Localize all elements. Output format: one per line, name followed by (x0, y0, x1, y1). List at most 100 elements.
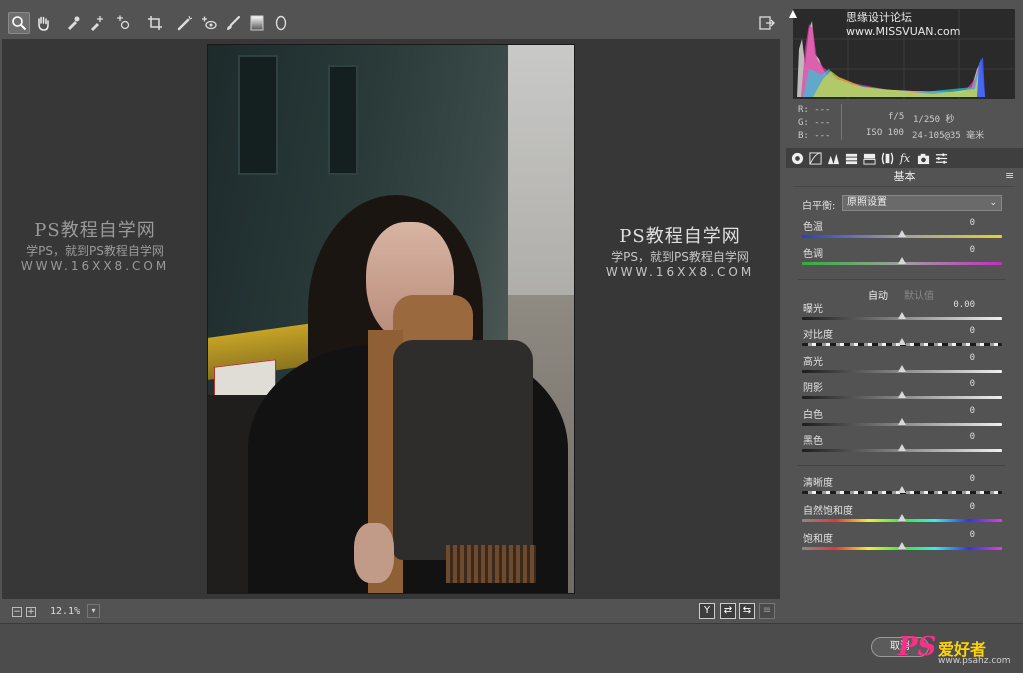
slider-row: 饱和度 0 (800, 530, 1005, 556)
slider-row: 阴影 0 (800, 379, 1005, 405)
targeted-adjust-icon[interactable] (112, 12, 134, 34)
presets-tab-icon[interactable] (934, 151, 948, 165)
slider-value-field[interactable]: 0 (970, 406, 975, 416)
eyedropper-icon[interactable] (62, 12, 84, 34)
slider-thumb[interactable] (898, 312, 906, 319)
zoom-dropdown-button[interactable]: ▾ (87, 604, 100, 618)
panel-menu-icon[interactable]: ≡ (1005, 169, 1014, 182)
divider (793, 186, 1015, 187)
hand-icon[interactable] (32, 12, 54, 34)
color-sampler-icon[interactable] (86, 12, 108, 34)
slider-value-field[interactable]: 0 (970, 474, 975, 484)
dialog-footer (0, 623, 1023, 673)
slider-label: 高光 (803, 357, 823, 368)
spot-removal-icon[interactable] (174, 12, 196, 34)
zoom-in-button[interactable]: + (26, 607, 36, 617)
red-eye-icon[interactable] (198, 12, 220, 34)
slider-thumb[interactable] (898, 444, 906, 451)
watermark-title: PS教程自学网 (34, 220, 156, 241)
slider-label: 自然饱和度 (803, 506, 853, 517)
toolbar (2, 9, 780, 37)
readout-aperture: f/5 (888, 112, 905, 122)
slider-row: 高光 0 (800, 353, 1005, 379)
slider-value-field[interactable]: 0 (970, 245, 975, 255)
slider-value-field[interactable]: 0 (970, 432, 975, 442)
split-toning-tab-icon[interactable] (862, 151, 876, 165)
readout-b: B: --- (798, 131, 831, 141)
slider-label: 黑色 (803, 436, 823, 447)
preview-preferences-icon[interactable]: ≡ (759, 603, 775, 619)
brand-logo: PS 爱好者 www.psahz.com (898, 632, 1020, 670)
radial-filter-icon[interactable] (270, 12, 292, 34)
readout-g: G: --- (798, 118, 831, 128)
camera-raw-window: PS教程自学网 学PS，就到PS教程自学网 WWW.16XX8.COM PS教程… (0, 0, 1023, 673)
panel-title: 基本 (893, 170, 916, 183)
slider-thumb[interactable] (898, 338, 906, 345)
slider-label: 色调 (803, 249, 823, 260)
camera-readout: R: --- G: --- B: --- f/5 1/250 秒 ISO 100… (786, 102, 1023, 144)
watermark-right: PS教程自学网 学PS，就到PS教程自学网 WWW.16XX8.COM (590, 222, 770, 279)
photo-scarf-dark (393, 340, 533, 560)
effects-tab-icon[interactable]: fx (898, 151, 912, 165)
white-balance-label: 白平衡: (802, 201, 836, 212)
slider-row: 黑色 0 (800, 432, 1005, 458)
before-after-view-button[interactable]: Y (699, 603, 715, 619)
slider-thumb[interactable] (898, 257, 906, 264)
photo-scarf-fringe (446, 545, 536, 583)
slider-value-field[interactable]: 0.00 (953, 300, 975, 310)
lens-corrections-tab-icon[interactable] (880, 151, 894, 165)
slider-label: 曝光 (803, 304, 823, 315)
photo-train-window (328, 65, 358, 175)
brand-logo-url: www.psahz.com (938, 656, 1011, 666)
basic-tab-icon[interactable] (790, 151, 804, 165)
white-balance-select[interactable]: 原照设置 ⌄ (842, 195, 1002, 211)
copy-settings-button[interactable]: ⇆ (739, 603, 755, 619)
watermark-url: WWW.16XX8.COM (605, 265, 755, 279)
divider (798, 279, 1005, 280)
slider-value-field[interactable]: 0 (970, 353, 975, 363)
slider-value-field[interactable]: 0 (970, 379, 975, 389)
camera-calibration-tab-icon[interactable] (916, 151, 930, 165)
shadow-clipping-warning-icon[interactable] (788, 9, 798, 19)
slider-value-field[interactable]: 0 (970, 218, 975, 228)
brand-logo-ps: PS (898, 632, 937, 662)
site-watermark-text: 思缘设计论坛 www.MISSVUAN.com (846, 11, 961, 38)
slider-thumb[interactable] (898, 514, 906, 521)
hsl-tab-icon[interactable] (844, 151, 858, 165)
open-object-icon[interactable] (756, 12, 778, 34)
adjustment-brush-icon[interactable] (222, 12, 244, 34)
crop-icon[interactable] (144, 12, 166, 34)
slider-value-field[interactable]: 0 (970, 530, 975, 540)
slider-row: 色温 0 (800, 218, 1005, 244)
slider-thumb[interactable] (898, 230, 906, 237)
zoom-icon[interactable] (8, 12, 30, 34)
slider-thumb[interactable] (898, 486, 906, 493)
auto-button[interactable]: 自动 (868, 287, 888, 302)
swap-settings-button[interactable]: ⇄ (720, 603, 736, 619)
zoom-level[interactable]: 12.1% (50, 606, 80, 617)
slider-label: 清晰度 (803, 478, 833, 489)
zoom-out-button[interactable]: − (12, 607, 22, 617)
slider-thumb[interactable] (898, 365, 906, 372)
slider-value-field[interactable]: 0 (970, 502, 975, 512)
watermark-url: WWW.16XX8.COM (20, 259, 170, 273)
white-balance-value: 原照设置 (847, 197, 887, 208)
detail-tab-icon[interactable] (826, 151, 840, 165)
readout-shutter: 1/250 秒 (913, 115, 955, 125)
panel-tab-strip: fx (786, 148, 1023, 168)
slider-thumb[interactable] (898, 418, 906, 425)
slider-thumb[interactable] (898, 391, 906, 398)
photo-preview[interactable] (207, 44, 575, 594)
slider-row: 清晰度 0 (800, 474, 1005, 500)
slider-row: 白色 0 (800, 406, 1005, 432)
slider-value-field[interactable]: 0 (970, 326, 975, 336)
watermark-left: PS教程自学网 学PS，就到PS教程自学网 WWW.16XX8.COM (10, 216, 180, 273)
slider-label: 色温 (803, 222, 823, 233)
tone-curve-tab-icon[interactable] (808, 151, 822, 165)
default-button[interactable]: 默认值 (904, 287, 934, 302)
watermark-subtitle: 学PS，就到PS教程自学网 (26, 244, 164, 258)
slider-thumb[interactable] (898, 542, 906, 549)
divider (798, 465, 1005, 466)
slider-label: 饱和度 (803, 534, 833, 545)
graduated-filter-icon[interactable] (246, 12, 268, 34)
